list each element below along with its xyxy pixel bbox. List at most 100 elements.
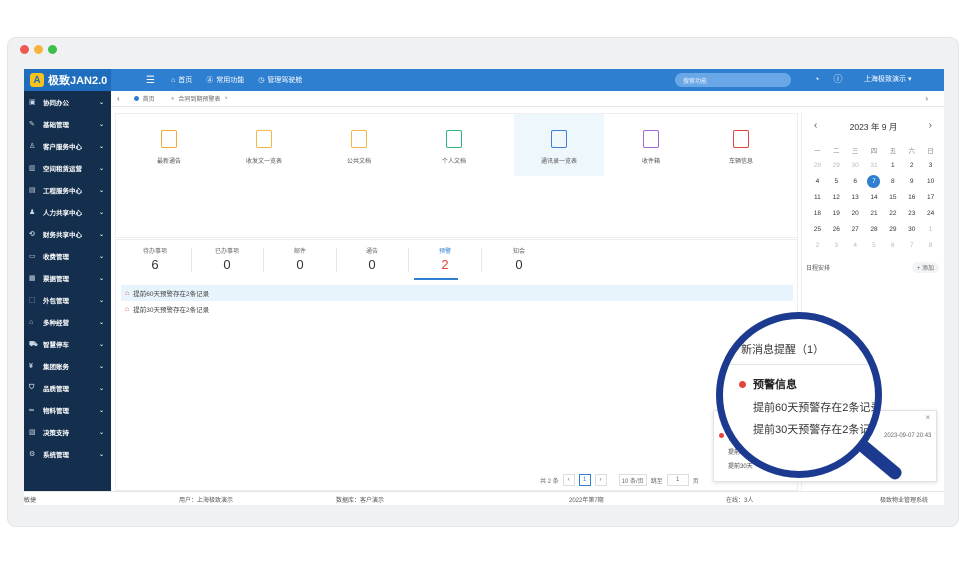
skin-icon[interactable]: ◔: [814, 74, 819, 84]
jump-input[interactable]: 1: [666, 474, 689, 486]
sidebar-item[interactable]: ♙ 客户服务中心 ⌄: [24, 135, 111, 157]
tab-contract-warning[interactable]: ● 合同到期预警表 ×: [163, 91, 236, 107]
notification-line[interactable]: 提前30天预警存在2条记录: [753, 421, 875, 437]
tab-close-icon[interactable]: ×: [224, 96, 228, 102]
page-button[interactable]: 1: [578, 474, 591, 486]
calendar-day[interactable]: 1: [921, 223, 940, 236]
calendar-day[interactable]: 6: [883, 239, 902, 252]
quick-access-item[interactable]: 收发文一览表: [219, 130, 309, 165]
calendar-day[interactable]: 24: [921, 207, 940, 220]
sidebar-item[interactable]: ▧ 决策支持 ⌄: [24, 421, 111, 443]
calendar-day[interactable]: 6: [846, 175, 865, 188]
prev-page-button[interactable]: ‹: [562, 474, 575, 486]
calendar-day[interactable]: 5: [865, 239, 884, 252]
help-icon[interactable]: ⓘ: [833, 72, 842, 85]
calendar-day[interactable]: 13: [846, 191, 865, 204]
stat-tab[interactable]: 通告 0: [336, 246, 408, 272]
close-dot[interactable]: [20, 45, 29, 54]
calendar-day[interactable]: 17: [921, 191, 940, 204]
sidebar-item[interactable]: ▭ 收费管理 ⌄: [24, 245, 111, 267]
calendar-day[interactable]: 14: [865, 191, 884, 204]
next-month-icon[interactable]: ›: [929, 120, 932, 131]
logo[interactable]: A 极致JAN2.0: [24, 69, 111, 91]
page-size-select[interactable]: 10 条/页: [618, 474, 647, 486]
quick-access-item[interactable]: 通讯录一览表: [514, 114, 604, 176]
sidebar-item[interactable]: ⛉ 品质管理 ⌄: [24, 377, 111, 399]
search-input[interactable]: 搜索功能: [675, 73, 791, 87]
calendar-day[interactable]: 26: [827, 223, 846, 236]
calendar-day[interactable]: 7: [902, 239, 921, 252]
tab-next-icon[interactable]: ›: [925, 94, 928, 103]
calendar-day[interactable]: 27: [846, 223, 865, 236]
calendar-day[interactable]: 29: [827, 159, 846, 172]
calendar-day[interactable]: 20: [846, 207, 865, 220]
calendar-day[interactable]: 31: [865, 159, 884, 172]
calendar-day[interactable]: 8: [883, 175, 902, 188]
stat-tab[interactable]: 已办事项 0: [191, 246, 263, 272]
calendar-day[interactable]: 8: [921, 239, 940, 252]
sidebar-item[interactable]: ¥ 集团账务 ⌄: [24, 355, 111, 377]
calendar-day[interactable]: 30: [846, 159, 865, 172]
user-menu[interactable]: 上海极致演示 ▾: [864, 74, 911, 84]
sidebar-item[interactable]: ⬚ 外包管理 ⌄: [24, 289, 111, 311]
calendar-day[interactable]: 9: [902, 175, 921, 188]
add-schedule-button[interactable]: + 添加: [911, 262, 939, 273]
sidebar-item[interactable]: ⛟ 智慧停车 ⌄: [24, 333, 111, 355]
calendar-day[interactable]: 18: [808, 207, 827, 220]
calendar-day[interactable]: 5: [827, 175, 846, 188]
sidebar-item[interactable]: ▦ 票据管理 ⌄: [24, 267, 111, 289]
sidebar-item[interactable]: ▣ 协同办公 ⌄: [24, 91, 111, 113]
menu-icon[interactable]: ☰: [146, 75, 155, 86]
list-item[interactable]: ⌂ 提前30天预警存在2条记录: [121, 301, 793, 317]
stat-tab[interactable]: 邮件 0: [264, 246, 336, 272]
top-nav-item[interactable]: ⌂ 首页: [171, 75, 192, 85]
calendar-day[interactable]: 10: [921, 175, 940, 188]
calendar-day[interactable]: 22: [883, 207, 902, 220]
notification-line[interactable]: 提前60天预警存在2条记录: [753, 399, 875, 415]
calendar-day[interactable]: 2: [902, 159, 921, 172]
sidebar-item[interactable]: ⟲ 财务共享中心 ⌄: [24, 223, 111, 245]
sidebar-item[interactable]: ▤ 工程服务中心 ⌄: [24, 179, 111, 201]
sidebar-item[interactable]: ♟ 人力共享中心 ⌄: [24, 201, 111, 223]
stat-tab[interactable]: 预警 2: [409, 246, 481, 272]
calendar-day[interactable]: 4: [808, 175, 827, 188]
tab-prev-icon[interactable]: ‹: [111, 94, 126, 103]
quick-access-item[interactable]: 最新通告: [124, 130, 214, 165]
calendar-day[interactable]: 30: [902, 223, 921, 236]
sidebar-item[interactable]: ⌂ 多种经营 ⌄: [24, 311, 111, 333]
calendar-day[interactable]: 16: [902, 191, 921, 204]
calendar-day[interactable]: 25: [808, 223, 827, 236]
calendar-day[interactable]: 29: [883, 223, 902, 236]
calendar-day[interactable]: 19: [827, 207, 846, 220]
calendar-day[interactable]: 12: [827, 191, 846, 204]
tab-home[interactable]: 首页: [126, 91, 163, 107]
calendar-day[interactable]: 28: [808, 159, 827, 172]
notification-close-icon[interactable]: ×: [925, 413, 930, 422]
list-item[interactable]: ⌂ 提前60天预警存在2条记录: [121, 285, 793, 301]
calendar-day[interactable]: 11: [808, 191, 827, 204]
maximize-dot[interactable]: [48, 45, 57, 54]
next-page-button[interactable]: ›: [594, 474, 607, 486]
calendar-day[interactable]: 3: [921, 159, 940, 172]
quick-access-item[interactable]: 收件箱: [606, 130, 696, 165]
stat-tab[interactable]: 知会 0: [483, 246, 555, 272]
top-nav-item[interactable]: ◷ 管理驾驶舱: [258, 75, 302, 85]
calendar-day[interactable]: 23: [902, 207, 921, 220]
calendar-day[interactable]: 3: [827, 239, 846, 252]
minimize-dot[interactable]: [34, 45, 43, 54]
calendar-day[interactable]: 15: [883, 191, 902, 204]
top-nav-item[interactable]: Ⓐ 常用功能: [206, 75, 244, 85]
calendar-day[interactable]: 28: [865, 223, 884, 236]
sidebar-item[interactable]: ⚙ 系统管理 ⌄: [24, 443, 111, 465]
quick-access-item[interactable]: 公共文档: [314, 130, 404, 165]
calendar-day[interactable]: 7: [867, 175, 881, 188]
calendar-day[interactable]: 1: [883, 159, 902, 172]
sidebar-item[interactable]: ✎ 基础管理 ⌄: [24, 113, 111, 135]
calendar-day[interactable]: 21: [865, 207, 884, 220]
quick-access-item[interactable]: 车辆信息: [696, 130, 786, 165]
calendar-day[interactable]: 2: [808, 239, 827, 252]
quick-access-item[interactable]: 个人文档: [409, 130, 499, 165]
stat-tab[interactable]: 待办事项 6: [119, 246, 191, 272]
calendar-day[interactable]: 4: [846, 239, 865, 252]
sidebar-item[interactable]: ▥ 空间租赁运营 ⌄: [24, 157, 111, 179]
